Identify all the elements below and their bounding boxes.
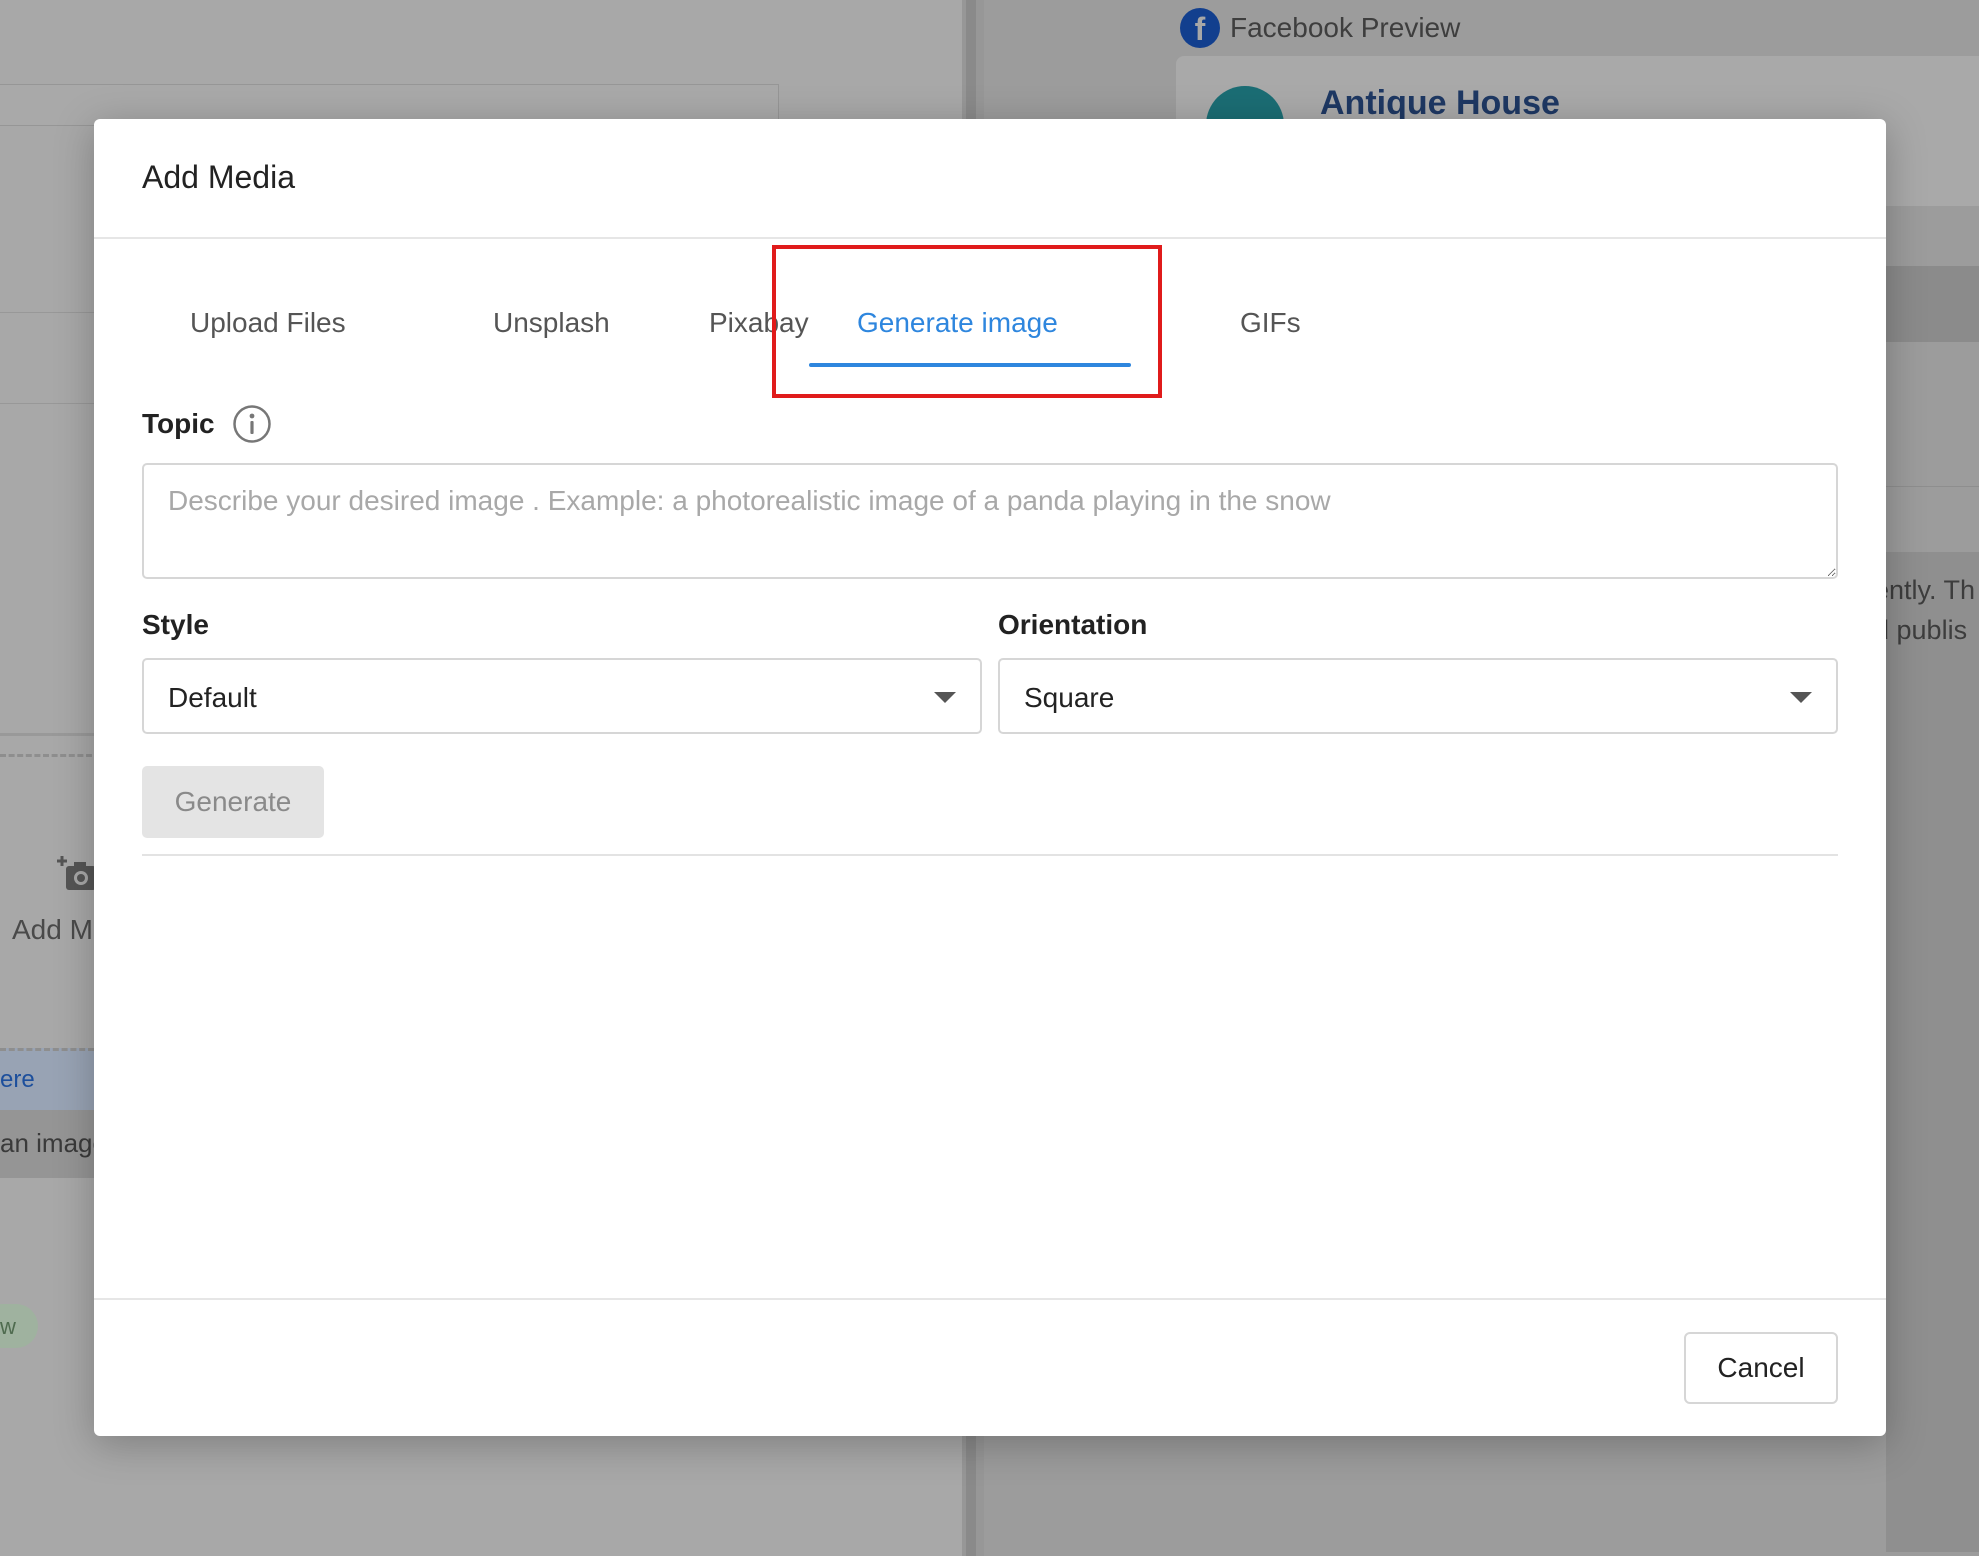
background-divider	[0, 403, 94, 404]
background-add-media-label: Add M	[12, 914, 93, 945]
facebook-icon: f	[1180, 8, 1220, 48]
style-select[interactable]: Default	[142, 658, 982, 734]
topic-label: Topic	[142, 408, 215, 439]
style-selected-value: Default	[168, 682, 257, 713]
modal-title: Add Media	[142, 159, 295, 195]
content-divider	[142, 854, 1838, 856]
annotation-highlight-box	[772, 245, 1162, 398]
facebook-preview-title: Facebook Preview	[1230, 12, 1461, 43]
background-notice-line: d publis	[1874, 615, 1968, 645]
background-divider	[0, 733, 94, 736]
orientation-select[interactable]: Square	[998, 658, 1838, 734]
background-notice-line: ently. Th	[1874, 575, 1976, 605]
tab-unsplash[interactable]: Unsplash	[493, 307, 610, 339]
background-image-text: an image	[0, 1128, 107, 1158]
background-block	[1886, 266, 1979, 342]
cancel-button[interactable]: Cancel	[1684, 1332, 1838, 1404]
background-notice-text: ently. Th d publis	[1874, 570, 1975, 650]
background-notice-block	[1886, 552, 1979, 1552]
style-label: Style	[142, 609, 209, 640]
orientation-label: Orientation	[998, 609, 1148, 640]
facebook-preview-header: f Facebook Preview	[1180, 6, 1460, 50]
page-name: Antique House	[1320, 84, 1560, 122]
generate-button[interactable]: Generate	[142, 766, 324, 838]
tab-gifs[interactable]: GIFs	[1240, 307, 1301, 339]
background-pill-text: w	[0, 1314, 16, 1339]
modal-header: Add Media	[94, 119, 1886, 239]
background-here-link: ere	[0, 1066, 35, 1093]
add-photo-icon	[57, 856, 96, 890]
info-icon[interactable]	[232, 404, 272, 444]
background-divider	[0, 312, 94, 313]
orientation-selected-value: Square	[1024, 682, 1115, 713]
modal-footer-divider	[94, 1298, 1886, 1300]
background-divider	[1886, 486, 1979, 487]
tab-upload-files[interactable]: Upload Files	[190, 307, 346, 339]
topic-textarea[interactable]	[142, 463, 1838, 579]
chevron-down-icon	[1790, 692, 1812, 703]
chevron-down-icon	[934, 692, 956, 703]
